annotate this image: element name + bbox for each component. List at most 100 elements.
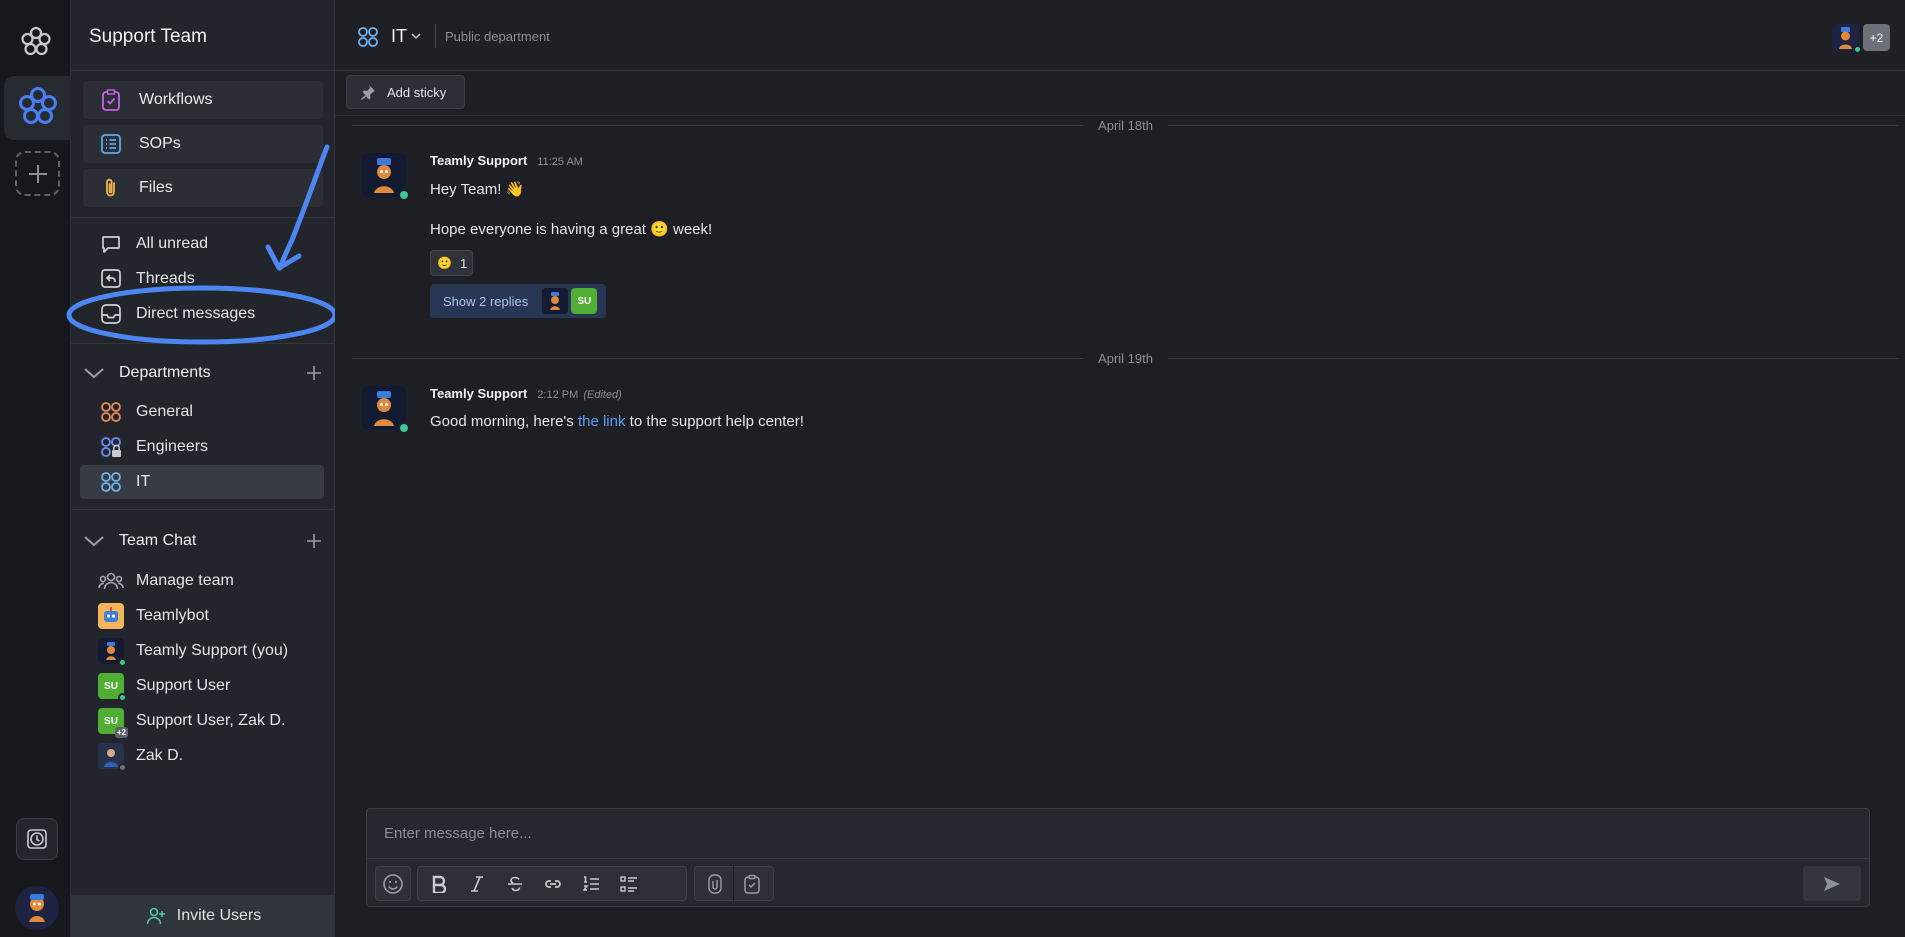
date-label: April 19th [1083, 351, 1168, 366]
add-user-icon [146, 907, 165, 925]
message-input[interactable] [367, 809, 1869, 858]
add-sticky-button[interactable]: Add sticky [346, 75, 466, 109]
sidebar-item-label: Teamly Support (you) [136, 642, 289, 659]
show-replies-button[interactable]: Show 2 replies SU [430, 284, 606, 318]
sidebar-item-workflows[interactable]: Workflows [83, 81, 323, 119]
plus-icon [28, 164, 47, 183]
four-circles-lock-icon [98, 434, 124, 460]
emoji-group [375, 866, 411, 901]
invite-users-button[interactable]: Invite Users [71, 895, 335, 937]
chevron-down-icon[interactable] [81, 360, 107, 386]
zak-avatar [98, 743, 127, 772]
ordered-list-icon [582, 875, 599, 891]
sidebar-item-label: Manage team [136, 572, 234, 589]
list-icon [99, 132, 123, 156]
chevron-down-icon[interactable] [410, 31, 422, 41]
emoji-button[interactable] [376, 867, 410, 900]
ordered-list-button[interactable] [572, 867, 610, 900]
sidebar-item-sops[interactable]: SOPs [83, 125, 323, 163]
sidebar-item-label: Support User, Zak D. [136, 712, 286, 729]
user-avatar [98, 743, 127, 772]
channel-name[interactable]: IT [391, 26, 407, 47]
strikethrough-button[interactable] [496, 867, 534, 900]
support-user-avatar: SU [98, 673, 127, 702]
avatar-initials: SU [104, 715, 118, 727]
sidebar-item-support-user[interactable]: SU Support User [98, 671, 230, 702]
message-author[interactable]: Teamly Support 11:25 AM [430, 153, 583, 168]
sidebar-item-it[interactable]: IT [98, 467, 150, 497]
attach-file-button[interactable] [697, 867, 733, 900]
bold-button[interactable] [420, 867, 458, 900]
sidebar-item-label: Teamlybot [136, 607, 209, 624]
divider [71, 343, 335, 344]
sidebar-item-general[interactable]: General [98, 397, 193, 427]
history-button[interactable] [16, 818, 58, 860]
sidebar-item-manage-team[interactable]: Manage team [98, 566, 234, 596]
channel-members[interactable]: +2 [1832, 24, 1890, 54]
flower-logo-icon [19, 87, 57, 124]
text-segment: Hope everyone is having a great [430, 221, 651, 238]
plus-icon[interactable] [303, 362, 325, 384]
sidebar-item-threads[interactable]: Threads [98, 264, 195, 294]
channel-header: IT Public department +2 [335, 0, 1905, 71]
online-status-icon [398, 189, 410, 201]
more-members-badge[interactable]: +2 [1863, 24, 1890, 51]
message-author[interactable]: Teamly Support 2:12 PM (Edited) [430, 386, 622, 401]
message-composer [366, 808, 1870, 907]
sidebar-item-label: Engineers [136, 438, 209, 455]
active-workspace[interactable] [4, 76, 71, 140]
sidebar-item-label: SOPs [139, 135, 181, 152]
author-name: Teamly Support [430, 386, 528, 401]
robot-icon [104, 607, 118, 622]
author-avatar[interactable] [362, 153, 410, 201]
bulleted-list-icon [620, 875, 637, 892]
reaction-badge[interactable]: 🙂 1 [430, 250, 473, 276]
chevron-down-icon[interactable] [81, 528, 107, 554]
send-button[interactable] [1803, 866, 1861, 901]
sidebar-item-zak[interactable]: Zak D. [98, 741, 183, 772]
help-center-link[interactable]: the link [578, 413, 626, 430]
reaction-count: 1 [459, 255, 468, 271]
flower-logo-icon[interactable] [18, 24, 54, 60]
profile-avatar[interactable] [15, 886, 59, 930]
message-time: 2:12 PM [537, 389, 579, 401]
member-avatar[interactable] [1832, 24, 1862, 54]
departments-header[interactable]: Departments [81, 358, 325, 388]
four-circles-icon [98, 469, 124, 495]
sidebar-item-direct-messages[interactable]: Direct messages [98, 299, 255, 329]
sidebar-item-group-chat[interactable]: SU +2 Support User, Zak D. [98, 706, 286, 738]
paperclip-icon [99, 176, 123, 200]
sidebar-item-files[interactable]: Files [83, 169, 323, 207]
bulleted-list-button[interactable] [610, 867, 648, 900]
sidebar-item-engineers[interactable]: Engineers [98, 432, 208, 462]
divider [71, 217, 335, 218]
send-icon [1824, 876, 1840, 891]
add-workspace-button[interactable] [15, 151, 60, 196]
team-chat-header[interactable]: Team Chat [81, 526, 325, 556]
clipboard-check-icon [744, 874, 760, 894]
message-text: Hey Team! 👋 [430, 181, 525, 198]
edited-label: (Edited) [583, 389, 622, 401]
people-icon [98, 568, 124, 594]
italic-button[interactable] [458, 867, 496, 900]
plus-icon[interactable] [303, 530, 325, 552]
offline-status-icon [118, 763, 127, 772]
attach-workflow-button[interactable] [734, 867, 770, 900]
main-panel: IT Public department +2 Add sticky April… [335, 0, 1905, 937]
sidebar-item-label: Direct messages [136, 305, 256, 322]
text-segment: Good morning, here's [430, 413, 578, 430]
sidebar-item-teamlybot[interactable]: Teamlybot [98, 601, 209, 631]
online-status-icon [118, 693, 127, 702]
link-button[interactable] [534, 867, 572, 900]
clock-icon [27, 829, 47, 849]
author-avatar[interactable] [362, 386, 410, 434]
sidebar-item-all-unread[interactable]: All unread [98, 229, 208, 259]
message-input-wrapper [367, 809, 1869, 859]
sidebar-item-label: All unread [136, 235, 209, 252]
mascot-avatar-icon [550, 292, 561, 310]
sidebar-item-teamly-support[interactable]: Teamly Support (you) [98, 636, 289, 667]
sidebar: Support Team Workflows SOPs Files All un… [71, 0, 335, 937]
team-name[interactable]: Support Team [89, 26, 207, 48]
divider [71, 70, 335, 71]
four-circles-icon [98, 399, 124, 425]
